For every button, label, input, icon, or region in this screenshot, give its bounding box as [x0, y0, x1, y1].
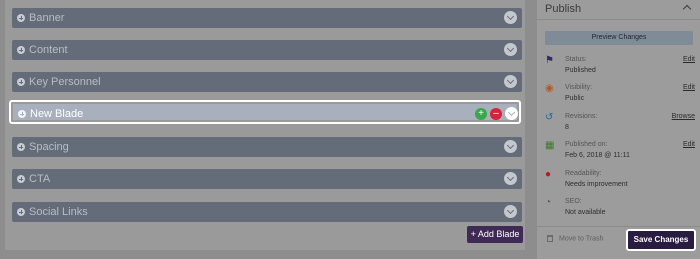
drag-handle-icon[interactable] [17, 14, 25, 22]
readability-value: Needs improvement [565, 181, 628, 188]
published-on-label: Published on: [565, 141, 608, 148]
publish-panel: Publish Preview Changes ⚑ Status: Publis… [537, 0, 700, 259]
blade-key-personnel[interactable]: Key Personnel [12, 72, 522, 92]
eye-icon: ◉ [545, 83, 554, 94]
revisions-row: ↺ Revisions: 8 Browse [545, 113, 695, 137]
visibility-label: Visibility: [565, 84, 593, 91]
preview-changes-button[interactable]: Preview Changes [545, 31, 693, 45]
browse-revisions-link[interactable]: Browse [672, 113, 695, 120]
trash-icon [547, 235, 553, 242]
blade-cta[interactable]: CTA [12, 169, 522, 189]
revisions-label: Revisions: [565, 113, 598, 120]
blade-social-links[interactable]: Social Links [12, 202, 522, 222]
blade-label: Banner [29, 12, 65, 24]
seo-value: Not available [565, 209, 606, 216]
revisions-value: 8 [565, 124, 569, 131]
drag-handle-icon[interactable] [18, 110, 26, 118]
history-icon: ↺ [545, 112, 554, 123]
divider [537, 19, 700, 20]
edit-status-link[interactable]: Edit [683, 56, 695, 63]
blade-label: Social Links [29, 206, 88, 218]
blade-new-blade[interactable]: New Blade + – [9, 100, 521, 124]
blade-label: CTA [29, 173, 51, 185]
readability-label: Readability: [565, 170, 602, 177]
seo-row: ◔ SEO: Not available [545, 198, 695, 222]
remove-icon[interactable]: – [490, 108, 502, 120]
readability-row: ● Readability: Needs improvement [545, 170, 695, 194]
blade-label: Key Personnel [29, 76, 101, 88]
chevron-down-icon[interactable] [505, 107, 518, 120]
chevron-down-icon[interactable] [504, 11, 517, 24]
chevron-down-icon[interactable] [504, 205, 517, 218]
blade-label: New Blade [30, 108, 84, 120]
gauge-icon: ◔ [545, 197, 552, 208]
chevron-down-icon[interactable] [504, 140, 517, 153]
status-label: Status: [565, 56, 587, 63]
publish-title: Publish [545, 3, 582, 15]
blade-banner[interactable]: Banner [12, 8, 522, 28]
blade-content[interactable]: Content [12, 40, 522, 60]
drag-handle-icon[interactable] [17, 143, 25, 151]
published-on-value: Feb 6, 2018 @ 11:11 [565, 152, 630, 159]
edit-date-link[interactable]: Edit [683, 141, 695, 148]
alert-icon: ● [545, 169, 552, 180]
blade-new-blade-inner: New Blade + – [13, 104, 518, 120]
chevron-up-icon[interactable] [682, 4, 692, 14]
seo-label: SEO: [565, 198, 582, 205]
calendar-icon: ▦ [545, 140, 555, 151]
blades-panel: Banner Content Key Personnel Spacing CTA… [5, 0, 525, 250]
drag-handle-icon[interactable] [17, 175, 25, 183]
visibility-row: ◉ Visibility: Public Edit [545, 84, 695, 108]
published-on-row: ▦ Published on: Feb 6, 2018 @ 11:11 Edit [545, 141, 695, 165]
drag-handle-icon[interactable] [17, 46, 25, 54]
add-blade-button[interactable]: + Add Blade [467, 226, 523, 243]
status-row: ⚑ Status: Published Edit [545, 56, 695, 80]
visibility-value: Public [565, 95, 585, 102]
move-to-trash-link[interactable]: Move to Trash [547, 235, 603, 242]
edit-visibility-link[interactable]: Edit [683, 84, 695, 91]
chevron-down-icon[interactable] [504, 172, 517, 185]
add-icon[interactable]: + [475, 108, 487, 120]
blade-label: Spacing [29, 141, 69, 153]
divider [537, 226, 700, 227]
blade-spacing[interactable]: Spacing [12, 137, 522, 157]
drag-handle-icon[interactable] [17, 208, 25, 216]
drag-handle-icon[interactable] [17, 78, 25, 86]
chevron-down-icon[interactable] [504, 75, 517, 88]
save-changes-button[interactable]: Save Changes [626, 229, 696, 251]
blade-label: Content [29, 44, 68, 56]
status-value: Published [565, 67, 596, 74]
chevron-down-icon[interactable] [504, 43, 517, 56]
flag-icon: ⚑ [545, 55, 554, 66]
move-to-trash-label: Move to Trash [559, 235, 604, 243]
